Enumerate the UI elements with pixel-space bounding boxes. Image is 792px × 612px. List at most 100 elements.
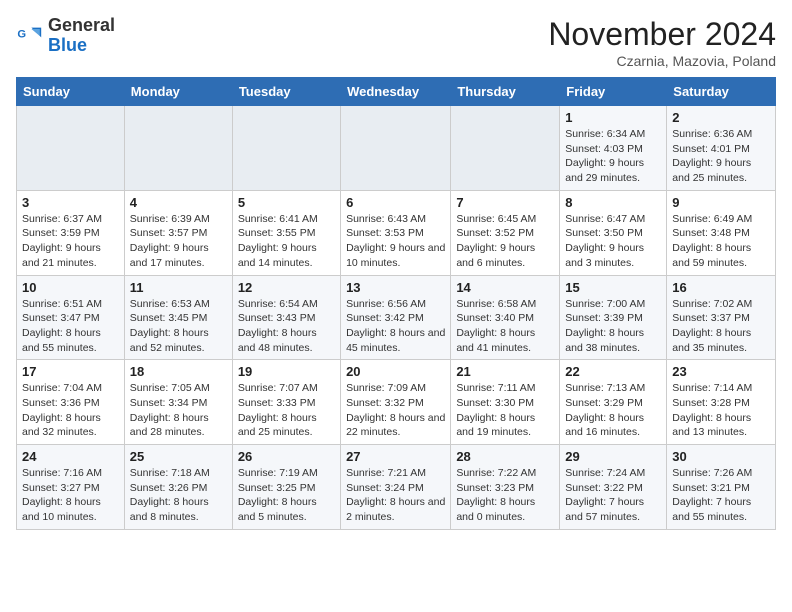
day-number: 8 [565, 195, 661, 210]
logo-icon: G [16, 22, 44, 50]
calendar-cell: 2 Sunrise: 6:36 AM Sunset: 4:01 PM Daylig… [667, 106, 776, 191]
calendar-cell: 18Sunrise: 7:05 AM Sunset: 3:34 PM Dayli… [124, 360, 232, 445]
day-info: Sunrise: 6:45 AM Sunset: 3:52 PM Dayligh… [456, 212, 554, 271]
weekday-header-tuesday: Tuesday [232, 78, 340, 106]
day-info: Sunrise: 6:43 AM Sunset: 3:53 PM Dayligh… [346, 212, 445, 271]
calendar-cell: 3 Sunrise: 6:37 AM Sunset: 3:59 PM Daylig… [17, 190, 125, 275]
calendar-cell: 13 Sunrise: 6:56 AM Sunset: 3:42 PM Dayli… [341, 275, 451, 360]
day-number: 18 [130, 364, 227, 379]
day-info: Sunrise: 6:49 AM Sunset: 3:48 PM Dayligh… [672, 212, 770, 271]
day-number: 27 [346, 449, 445, 464]
day-number: 22 [565, 364, 661, 379]
calendar-cell: 4 Sunrise: 6:39 AM Sunset: 3:57 PM Daylig… [124, 190, 232, 275]
day-number: 12 [238, 280, 335, 295]
weekday-header-wednesday: Wednesday [341, 78, 451, 106]
weekday-header-saturday: Saturday [667, 78, 776, 106]
day-info: Sunrise: 7:00 AM Sunset: 3:39 PM Dayligh… [565, 297, 661, 356]
logo: G GeneralBlue [16, 16, 115, 56]
day-info: Sunrise: 7:02 AM Sunset: 3:37 PM Dayligh… [672, 297, 770, 356]
day-info: Sunrise: 7:21 AM Sunset: 3:24 PM Dayligh… [346, 466, 445, 525]
day-info: Sunrise: 7:09 AM Sunset: 3:32 PM Dayligh… [346, 381, 445, 440]
day-number: 29 [565, 449, 661, 464]
day-number: 21 [456, 364, 554, 379]
day-info: Sunrise: 7:18 AM Sunset: 3:26 PM Dayligh… [130, 466, 227, 525]
day-number: 14 [456, 280, 554, 295]
day-number: 30 [672, 449, 770, 464]
day-info: Sunrise: 6:54 AM Sunset: 3:43 PM Dayligh… [238, 297, 335, 356]
weekday-header-monday: Monday [124, 78, 232, 106]
day-number: 6 [346, 195, 445, 210]
location-subtitle: Czarnia, Mazovia, Poland [548, 53, 776, 69]
day-info: Sunrise: 6:51 AM Sunset: 3:47 PM Dayligh… [22, 297, 119, 356]
calendar-cell: 10 Sunrise: 6:51 AM Sunset: 3:47 PM Dayli… [17, 275, 125, 360]
day-info: Sunrise: 7:07 AM Sunset: 3:33 PM Dayligh… [238, 381, 335, 440]
day-info: Sunrise: 6:47 AM Sunset: 3:50 PM Dayligh… [565, 212, 661, 271]
day-info: Sunrise: 7:13 AM Sunset: 3:29 PM Dayligh… [565, 381, 661, 440]
weekday-header-thursday: Thursday [451, 78, 560, 106]
calendar-cell: 21 Sunrise: 7:11 AM Sunset: 3:30 PM Dayli… [451, 360, 560, 445]
calendar-cell: 12 Sunrise: 6:54 AM Sunset: 3:43 PM Dayli… [232, 275, 340, 360]
calendar-cell [451, 106, 560, 191]
calendar-cell: 7Sunrise: 6:45 AM Sunset: 3:52 PM Daylig… [451, 190, 560, 275]
svg-text:G: G [17, 28, 26, 40]
day-number: 17 [22, 364, 119, 379]
day-number: 11 [130, 280, 227, 295]
day-info: Sunrise: 7:14 AM Sunset: 3:28 PM Dayligh… [672, 381, 770, 440]
day-number: 4 [130, 195, 227, 210]
day-number: 25 [130, 449, 227, 464]
day-info: Sunrise: 7:26 AM Sunset: 3:21 PM Dayligh… [672, 466, 770, 525]
day-info: Sunrise: 6:53 AM Sunset: 3:45 PM Dayligh… [130, 297, 227, 356]
day-number: 5 [238, 195, 335, 210]
day-info: Sunrise: 7:22 AM Sunset: 3:23 PM Dayligh… [456, 466, 554, 525]
day-number: 26 [238, 449, 335, 464]
calendar-cell: 29Sunrise: 7:24 AM Sunset: 3:22 PM Dayli… [560, 445, 667, 530]
page-header: G GeneralBlue November 2024 Czarnia, Maz… [16, 16, 776, 69]
day-number: 10 [22, 280, 119, 295]
day-number: 13 [346, 280, 445, 295]
day-info: Sunrise: 6:41 AM Sunset: 3:55 PM Dayligh… [238, 212, 335, 271]
title-block: November 2024 Czarnia, Mazovia, Poland [548, 16, 776, 69]
calendar-cell: 5 Sunrise: 6:41 AM Sunset: 3:55 PM Daylig… [232, 190, 340, 275]
calendar-cell: 20 Sunrise: 7:09 AM Sunset: 3:32 PM Dayli… [341, 360, 451, 445]
day-info: Sunrise: 6:39 AM Sunset: 3:57 PM Dayligh… [130, 212, 227, 271]
day-info: Sunrise: 6:36 AM Sunset: 4:01 PM Dayligh… [672, 127, 770, 186]
day-number: 1 [565, 110, 661, 125]
calendar-cell: 23Sunrise: 7:14 AM Sunset: 3:28 PM Dayli… [667, 360, 776, 445]
day-number: 9 [672, 195, 770, 210]
calendar-cell: 1Sunrise: 6:34 AM Sunset: 4:03 PM Daylig… [560, 106, 667, 191]
day-info: Sunrise: 7:11 AM Sunset: 3:30 PM Dayligh… [456, 381, 554, 440]
day-info: Sunrise: 7:19 AM Sunset: 3:25 PM Dayligh… [238, 466, 335, 525]
day-number: 28 [456, 449, 554, 464]
day-number: 19 [238, 364, 335, 379]
day-info: Sunrise: 7:04 AM Sunset: 3:36 PM Dayligh… [22, 381, 119, 440]
logo-text: GeneralBlue [48, 16, 115, 56]
day-number: 20 [346, 364, 445, 379]
calendar-cell: 11 Sunrise: 6:53 AM Sunset: 3:45 PM Dayli… [124, 275, 232, 360]
weekday-header-sunday: Sunday [17, 78, 125, 106]
calendar-cell [341, 106, 451, 191]
day-info: Sunrise: 6:58 AM Sunset: 3:40 PM Dayligh… [456, 297, 554, 356]
weekday-header-friday: Friday [560, 78, 667, 106]
calendar-cell: 30 Sunrise: 7:26 AM Sunset: 3:21 PM Dayli… [667, 445, 776, 530]
calendar-cell: 14 Sunrise: 6:58 AM Sunset: 3:40 PM Dayli… [451, 275, 560, 360]
calendar-cell: 25 Sunrise: 7:18 AM Sunset: 3:26 PM Dayli… [124, 445, 232, 530]
day-info: Sunrise: 6:37 AM Sunset: 3:59 PM Dayligh… [22, 212, 119, 271]
calendar-cell [124, 106, 232, 191]
month-title: November 2024 [548, 16, 776, 53]
calendar-cell: 28 Sunrise: 7:22 AM Sunset: 3:23 PM Dayli… [451, 445, 560, 530]
calendar-cell: 27 Sunrise: 7:21 AM Sunset: 3:24 PM Dayli… [341, 445, 451, 530]
day-number: 16 [672, 280, 770, 295]
calendar-cell: 17 Sunrise: 7:04 AM Sunset: 3:36 PM Dayli… [17, 360, 125, 445]
day-number: 15 [565, 280, 661, 295]
calendar-table: SundayMondayTuesdayWednesdayThursdayFrid… [16, 77, 776, 530]
calendar-cell: 15 Sunrise: 7:00 AM Sunset: 3:39 PM Dayli… [560, 275, 667, 360]
calendar-cell: 16 Sunrise: 7:02 AM Sunset: 3:37 PM Dayli… [667, 275, 776, 360]
day-info: Sunrise: 6:56 AM Sunset: 3:42 PM Dayligh… [346, 297, 445, 356]
calendar-cell: 9 Sunrise: 6:49 AM Sunset: 3:48 PM Daylig… [667, 190, 776, 275]
day-info: Sunrise: 7:16 AM Sunset: 3:27 PM Dayligh… [22, 466, 119, 525]
calendar-cell: 19 Sunrise: 7:07 AM Sunset: 3:33 PM Dayli… [232, 360, 340, 445]
calendar-cell: 8 Sunrise: 6:47 AM Sunset: 3:50 PM Daylig… [560, 190, 667, 275]
day-number: 2 [672, 110, 770, 125]
calendar-cell [232, 106, 340, 191]
day-number: 3 [22, 195, 119, 210]
